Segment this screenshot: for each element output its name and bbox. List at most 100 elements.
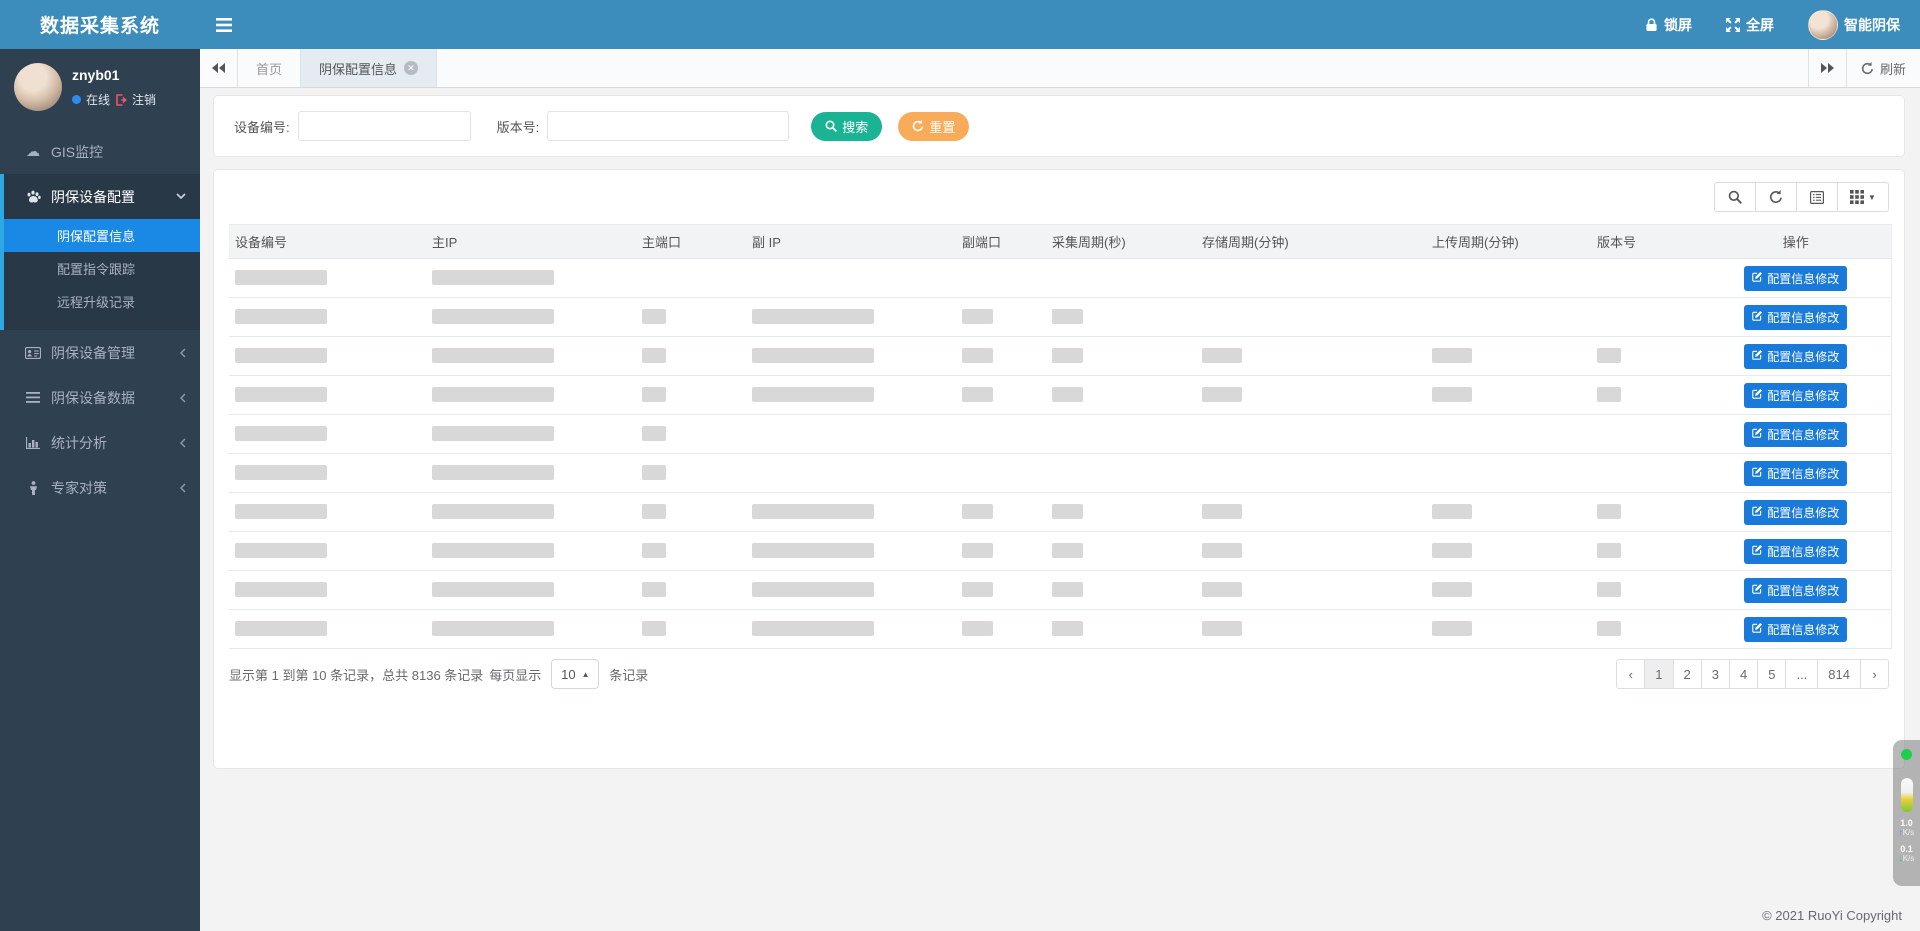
tab-label: 首页 bbox=[256, 59, 282, 78]
sidebar-user-panel: znyb01 在线 注销 bbox=[0, 49, 200, 121]
redacted-cell bbox=[1046, 376, 1196, 415]
redacted-cell bbox=[1591, 337, 1701, 376]
tab-label: 阴保配置信息 bbox=[319, 59, 397, 78]
tabs-scroll-right-button[interactable] bbox=[1808, 49, 1846, 87]
search-button-label: 搜索 bbox=[842, 117, 868, 136]
paw-icon bbox=[24, 190, 42, 204]
tab-home[interactable]: 首页 bbox=[238, 49, 301, 87]
page-button[interactable]: 4 bbox=[1729, 659, 1758, 689]
reset-button[interactable]: 重置 bbox=[898, 112, 969, 141]
user-menu-label: 智能阴保 bbox=[1844, 15, 1900, 35]
redacted-cell bbox=[1426, 571, 1591, 610]
search-panel: 设备编号: 版本号: 搜索 重置 bbox=[213, 95, 1905, 157]
redacted-value bbox=[1597, 348, 1621, 363]
close-icon[interactable]: ✕ bbox=[404, 61, 418, 75]
edit-config-button[interactable]: 配置信息修改 bbox=[1744, 422, 1847, 447]
redacted-cell bbox=[1591, 454, 1701, 493]
table-row: 配置信息修改 bbox=[229, 493, 1891, 532]
redacted-value bbox=[1202, 543, 1242, 558]
tab-config-info[interactable]: 阴保配置信息 ✕ bbox=[301, 49, 437, 87]
redacted-value bbox=[432, 426, 554, 441]
redacted-cell bbox=[746, 337, 956, 376]
redacted-value bbox=[962, 309, 993, 324]
page-button[interactable]: 814 bbox=[1817, 659, 1861, 689]
lock-screen-button[interactable]: 锁屏 bbox=[1645, 15, 1692, 35]
redacted-cell bbox=[1591, 376, 1701, 415]
columns-button[interactable]: ▼ bbox=[1837, 182, 1889, 212]
edit-config-button[interactable]: 配置信息修改 bbox=[1744, 539, 1847, 564]
edit-config-button[interactable]: 配置信息修改 bbox=[1744, 266, 1847, 291]
page-button[interactable]: 3 bbox=[1701, 659, 1730, 689]
redacted-value bbox=[1432, 387, 1472, 402]
version-no-input[interactable] bbox=[547, 111, 789, 141]
online-status-label: 在线 bbox=[86, 91, 110, 108]
edit-config-label: 配置信息修改 bbox=[1767, 465, 1839, 482]
redacted-value bbox=[1052, 621, 1083, 636]
edit-config-button[interactable]: 配置信息修改 bbox=[1744, 578, 1847, 603]
page-size-select[interactable]: 10 ▲ bbox=[551, 659, 599, 689]
redacted-value bbox=[642, 426, 666, 441]
sidebar-item-remote-upgrade-log[interactable]: 远程升级记录 bbox=[4, 285, 200, 318]
redacted-cell bbox=[956, 337, 1046, 376]
user-menu[interactable]: 智能阴保 bbox=[1808, 10, 1900, 40]
edit-config-button[interactable]: 配置信息修改 bbox=[1744, 305, 1847, 330]
pagination-bar: 显示第 1 到第 10 条记录，总共 8136 条记录 每页显示 10 ▲ 条记… bbox=[229, 659, 1889, 689]
prev-page-button[interactable]: ‹ bbox=[1616, 659, 1645, 689]
sidebar-avatar[interactable] bbox=[14, 63, 62, 111]
sidebar: znyb01 在线 注销 ☁ GIS监控 阴保设备配置 bbox=[0, 49, 200, 931]
cloud-icon: ☁ bbox=[24, 143, 42, 160]
sidebar-item-gis-monitor[interactable]: ☁ GIS监控 bbox=[0, 129, 200, 174]
sidebar-item-statistics[interactable]: 统计分析 bbox=[0, 420, 200, 465]
network-monitor-widget[interactable]: 1.0 ↑K/s 0.1 ↓K/s bbox=[1893, 740, 1920, 886]
chevron-left-icon bbox=[179, 438, 186, 448]
redacted-value bbox=[235, 582, 327, 597]
edit-config-label: 配置信息修改 bbox=[1767, 309, 1839, 326]
page-button[interactable]: 2 bbox=[1673, 659, 1702, 689]
sidebar-item-expert-strategy[interactable]: 专家对策 bbox=[0, 465, 200, 510]
edit-config-button[interactable]: 配置信息修改 bbox=[1744, 461, 1847, 486]
edit-config-button[interactable]: 配置信息修改 bbox=[1744, 617, 1847, 642]
table-header-row: 设备编号 主IP 主端口 副 IP 副端口 采集周期(秒) 存储周期(分钟) 上… bbox=[229, 225, 1891, 259]
edit-config-button[interactable]: 配置信息修改 bbox=[1744, 383, 1847, 408]
toggle-search-button[interactable] bbox=[1714, 182, 1756, 212]
refresh-table-button[interactable] bbox=[1755, 182, 1797, 212]
search-icon bbox=[825, 120, 837, 132]
sidebar-item-config-info[interactable]: 阴保配置信息 bbox=[4, 219, 200, 252]
refresh-tab-button[interactable]: 刷新 bbox=[1846, 49, 1920, 87]
search-button[interactable]: 搜索 bbox=[811, 112, 882, 141]
download-speed-unit: ↓K/s bbox=[1899, 855, 1915, 864]
edit-config-button[interactable]: 配置信息修改 bbox=[1744, 500, 1847, 525]
sidebar-toggle-button[interactable] bbox=[200, 0, 248, 49]
fullscreen-button[interactable]: 全屏 bbox=[1726, 15, 1774, 35]
sidebar-item-device-data[interactable]: 阴保设备数据 bbox=[0, 375, 200, 420]
redacted-value bbox=[642, 543, 666, 558]
toggle-view-button[interactable] bbox=[1796, 182, 1838, 212]
page-button[interactable]: 1 bbox=[1644, 659, 1673, 689]
edit-config-button[interactable]: 配置信息修改 bbox=[1744, 344, 1847, 369]
actions-cell: 配置信息修改 bbox=[1701, 298, 1891, 337]
page-button[interactable]: 5 bbox=[1757, 659, 1786, 689]
redacted-cell bbox=[956, 298, 1046, 337]
redacted-value bbox=[1052, 543, 1083, 558]
sidebar-item-device-config[interactable]: 阴保设备配置 bbox=[4, 174, 200, 219]
reset-button-label: 重置 bbox=[929, 117, 955, 136]
status-dot-icon bbox=[1901, 749, 1912, 760]
redacted-value bbox=[235, 426, 327, 441]
redacted-value bbox=[235, 387, 327, 402]
redacted-value bbox=[1052, 309, 1083, 324]
redacted-value bbox=[432, 621, 554, 636]
table-row: 配置信息修改 bbox=[229, 415, 1891, 454]
page-button[interactable]: ... bbox=[1785, 659, 1818, 689]
table-panel: ▼ 设备编号 主IP 主端口 副 IP 副端口 bbox=[213, 169, 1905, 769]
redacted-cell bbox=[636, 376, 746, 415]
sidebar-item-device-mgmt[interactable]: 阴保设备管理 bbox=[0, 330, 200, 375]
logout-link[interactable]: 注销 bbox=[132, 91, 156, 108]
redacted-cell bbox=[1591, 532, 1701, 571]
bar-chart-icon bbox=[24, 437, 42, 449]
redacted-value bbox=[962, 621, 993, 636]
tabs-scroll-left-button[interactable] bbox=[200, 49, 238, 87]
redacted-cell bbox=[956, 610, 1046, 649]
sidebar-item-config-command-trace[interactable]: 配置指令跟踪 bbox=[4, 252, 200, 285]
next-page-button[interactable]: › bbox=[1860, 659, 1889, 689]
device-no-input[interactable] bbox=[298, 111, 471, 141]
